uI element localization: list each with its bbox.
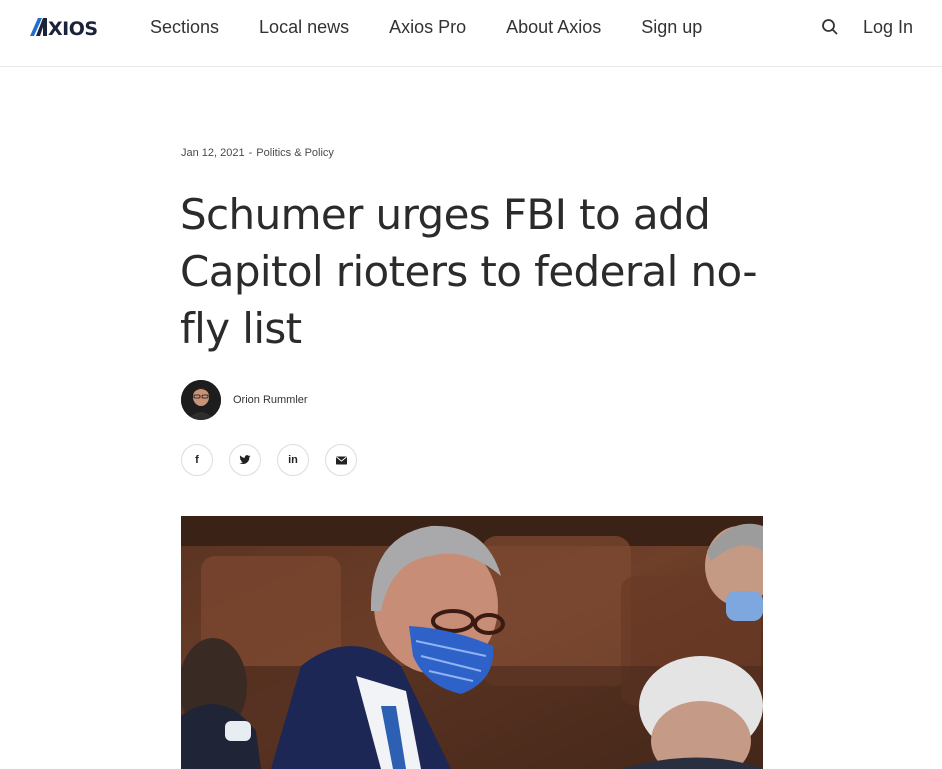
axios-logo[interactable]: XIOS	[30, 14, 104, 40]
linkedin-icon: in	[288, 454, 298, 466]
nav-sign-up[interactable]: Sign up	[641, 16, 702, 38]
hero-photo-schumer	[181, 516, 763, 769]
article-category[interactable]: Politics & Policy	[256, 146, 334, 160]
meta-separator: -	[248, 147, 253, 159]
nav-sections[interactable]: Sections	[150, 16, 219, 38]
top-navigation: XIOS Sections Local news Axios Pro About…	[0, 0, 942, 67]
twitter-icon	[239, 455, 251, 465]
article-headline: Schumer urges FBI to add Capitol rioters…	[180, 190, 758, 353]
author-name[interactable]: Orion Rummler	[233, 394, 308, 406]
login-link[interactable]: Log In	[863, 16, 913, 38]
search-button[interactable]	[820, 17, 840, 37]
search-icon	[822, 19, 838, 35]
share-linkedin-button[interactable]: in	[277, 444, 309, 476]
article-meta: Jan 12, 2021 - Politics & Policy	[181, 146, 334, 160]
article-date: Jan 12, 2021	[181, 147, 245, 159]
logo-text: XIOS	[48, 18, 98, 40]
primary-nav: Sections Local news Axios Pro About Axio…	[150, 16, 702, 38]
share-facebook-button[interactable]: f	[181, 444, 213, 476]
hero-image	[181, 516, 763, 769]
axios-logo-mark: XIOS	[30, 18, 98, 40]
share-buttons: f in	[181, 444, 357, 476]
author-avatar[interactable]	[181, 380, 221, 420]
nav-about-axios[interactable]: About Axios	[506, 16, 601, 38]
nav-axios-pro[interactable]: Axios Pro	[389, 16, 466, 38]
author-photo	[181, 380, 221, 420]
byline: Orion Rummler	[181, 380, 308, 420]
nav-local-news[interactable]: Local news	[259, 16, 349, 38]
email-icon	[335, 456, 347, 464]
share-email-button[interactable]	[325, 444, 357, 476]
share-twitter-button[interactable]	[229, 444, 261, 476]
facebook-icon: f	[195, 454, 199, 466]
